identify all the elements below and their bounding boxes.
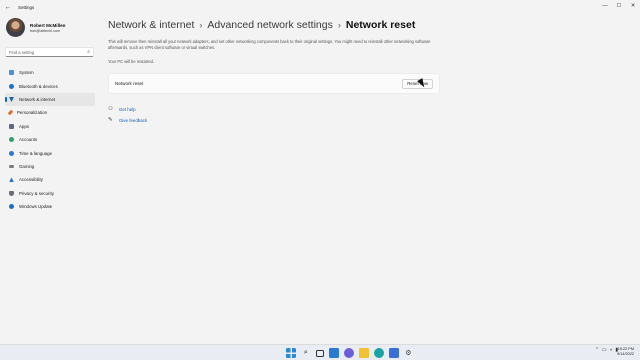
profile-email: bob@alltechl.com [30, 28, 61, 33]
sidebar-item-accounts[interactable]: Accounts [5, 133, 95, 146]
sidebar-item-personalization[interactable]: Personalization [5, 106, 95, 119]
window-title: Settings [18, 4, 35, 10]
start-icon[interactable] [286, 348, 296, 358]
taskbar-apps: ⌕ ⚙ [286, 348, 418, 358]
settings-gear-icon[interactable]: ⚙ [403, 348, 413, 358]
sidebar-item-network[interactable]: Network & internet [5, 92, 95, 107]
controller-icon [9, 164, 14, 169]
title-bar: ← Settings — ☐ ✕ [0, 0, 640, 14]
person-icon [9, 137, 14, 143]
sidebar: Robert McMillen bob@alltechl.com Find a … [0, 14, 100, 344]
apps-icon [9, 123, 14, 129]
clock-date: 9/14/2022 [617, 352, 634, 356]
help-icon: ⚇ [108, 106, 113, 112]
feedback-icon: ✎ [108, 117, 113, 123]
widgets-icon[interactable] [329, 348, 340, 358]
breadcrumb: Network & internet › Advanced network se… [108, 19, 415, 31]
sidebar-item-apps[interactable]: Apps [5, 120, 95, 133]
get-help-label: Get help [119, 106, 136, 112]
window-controls: — ☐ ✕ [598, 0, 640, 12]
breadcrumb-network-internet[interactable]: Network & internet [108, 19, 194, 31]
update-icon [9, 204, 14, 210]
nav-list: System Bluetooth & devices Network & int… [5, 66, 95, 213]
globe-clock-icon [9, 150, 14, 156]
sidebar-item-windows-update[interactable]: Windows Update [5, 200, 95, 213]
close-button[interactable]: ✕ [626, 0, 640, 12]
wifi-icon [9, 96, 14, 102]
minimize-button[interactable]: — [598, 0, 612, 12]
network-reset-label: Network reset [115, 81, 144, 86]
file-explorer-icon[interactable] [358, 348, 369, 358]
shield-icon [9, 190, 14, 196]
main-content: Network & internet › Advanced network se… [100, 14, 640, 344]
network-icon[interactable]: ▭ [602, 348, 607, 353]
give-feedback-link[interactable]: ✎ Give feedback [108, 117, 147, 123]
reset-description: This will remove then reinstall all your… [108, 39, 431, 50]
volume-icon[interactable]: ◖ [609, 348, 612, 353]
sidebar-item-bluetooth[interactable]: Bluetooth & devices [5, 79, 95, 92]
search-icon[interactable]: ⌕ [301, 348, 311, 358]
chat-icon[interactable] [344, 348, 355, 358]
back-arrow-icon[interactable]: ← [0, 0, 16, 14]
search-icon: ⌕ [87, 49, 90, 55]
restart-note: Your PC will be restarted. [108, 59, 155, 64]
profile-name: Robert McMillen [30, 22, 66, 28]
page-title: Network reset [345, 19, 416, 31]
network-reset-card: Network reset Reset now [108, 73, 440, 94]
sidebar-item-accessibility[interactable]: Accessibility [5, 173, 95, 186]
search-placeholder: Find a setting [9, 49, 35, 55]
store-icon[interactable] [388, 348, 399, 358]
system-tray: ⌃ ▭ ◖ ▮ [592, 348, 618, 353]
sidebar-item-privacy-security[interactable]: Privacy & security [5, 187, 95, 200]
brush-icon [7, 110, 14, 116]
sidebar-item-time-language[interactable]: Time & language [5, 146, 95, 159]
breadcrumb-advanced-network-settings[interactable]: Advanced network settings [207, 19, 333, 31]
maximize-button[interactable]: ☐ [612, 0, 626, 12]
sidebar-item-system[interactable]: System [5, 66, 95, 79]
monitor-icon [9, 70, 14, 76]
accessibility-icon [9, 177, 14, 183]
avatar [6, 18, 25, 37]
get-help-link[interactable]: ⚇ Get help [108, 106, 136, 112]
clock[interactable]: 10:22 PM 9/14/2022 [617, 347, 634, 357]
edge-icon[interactable] [373, 348, 384, 358]
profile[interactable]: Robert McMillen bob@alltechl.com [6, 18, 65, 37]
chevron-right-icon: › [199, 20, 203, 30]
bluetooth-icon [9, 83, 14, 89]
task-view-icon[interactable] [315, 349, 324, 357]
sidebar-item-gaming[interactable]: Gaming [5, 160, 95, 173]
give-feedback-label: Give feedback [119, 117, 148, 123]
chevron-up-icon[interactable]: ⌃ [595, 348, 599, 353]
search-input[interactable]: Find a setting ⌕ [5, 47, 94, 57]
chevron-right-icon: › [337, 20, 341, 30]
taskbar: ⌕ ⚙ ⌃ ▭ ◖ ▮ 10:22 PM 9/14/2022 [0, 344, 640, 360]
